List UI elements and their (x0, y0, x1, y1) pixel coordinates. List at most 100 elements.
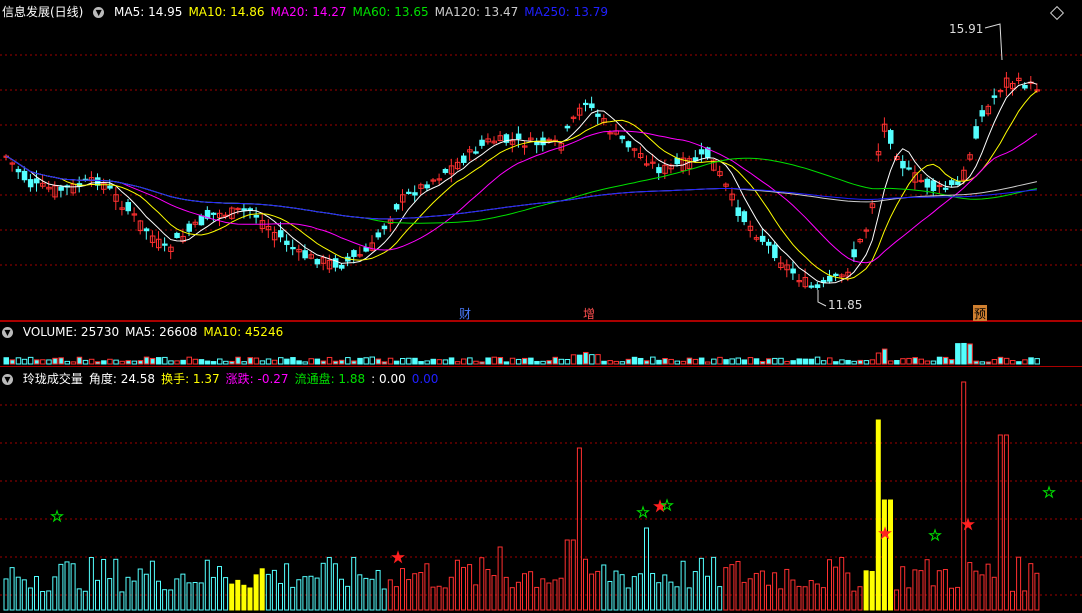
indicator-bar (180, 573, 186, 611)
indicator-bar (644, 527, 649, 611)
indicator-bar (985, 563, 991, 611)
candle (406, 191, 412, 194)
volume-bar (747, 357, 754, 365)
volume-bar (766, 358, 772, 365)
indicator-bar (668, 581, 674, 611)
indicator-bar (540, 578, 546, 611)
volume-bar (58, 357, 64, 365)
dropdown-icon[interactable]: ▼ (2, 327, 13, 338)
indicator-bar (143, 573, 149, 611)
volume-bar (235, 356, 241, 365)
volume-bar (759, 361, 766, 365)
price-header: 信息发展(日线) ▼ MA5: 14.95 MA10: 14.86 MA20: 14… (2, 3, 620, 19)
indicator-bar (442, 587, 448, 611)
indicator-bar (820, 587, 826, 611)
volume-bar (796, 358, 802, 365)
indicator-bar (930, 585, 936, 611)
star-signal-icon: ★ (661, 498, 674, 514)
candle (759, 235, 766, 242)
candle (924, 178, 931, 188)
volume-bar (717, 356, 723, 365)
volume-bar (485, 357, 491, 365)
volume-bar (839, 359, 845, 365)
volume-bar (101, 360, 107, 365)
volume-bar (430, 358, 436, 365)
volume-bar (363, 357, 369, 365)
indicator-bar (58, 563, 64, 611)
indicator-bar (223, 577, 229, 611)
indicator-bar (125, 576, 131, 611)
volume-bar (619, 361, 626, 365)
indicator-bar (674, 586, 680, 611)
volume-bar (436, 359, 443, 365)
candle (564, 125, 571, 129)
dropdown-icon[interactable]: ▼ (93, 7, 105, 18)
volume-bar (820, 360, 827, 365)
volume-bar (156, 357, 162, 365)
indicator-bar (247, 587, 253, 611)
volume-bar (70, 361, 77, 365)
indicator-bar (1016, 556, 1022, 611)
volume-bar (942, 356, 949, 365)
volume-bar (875, 352, 882, 365)
volume-bar (735, 357, 741, 365)
indicator-label: 换手: 1.37 (161, 372, 220, 386)
indicator-bar (784, 568, 790, 611)
indicator-bar (753, 572, 759, 611)
volume-bar (698, 357, 705, 365)
volume-bar (339, 359, 345, 365)
volume-bar (64, 360, 70, 365)
candle (698, 149, 705, 155)
indicator-bar (827, 559, 832, 611)
candle (241, 208, 247, 211)
volume-bar (650, 356, 656, 365)
candle (58, 186, 64, 191)
candle (900, 160, 906, 169)
indicator-bar (576, 447, 582, 611)
volume-bar (705, 361, 711, 365)
indicator-bar (204, 559, 210, 611)
volume-bar (845, 359, 851, 365)
indicator-bar (662, 574, 668, 611)
candle (583, 102, 589, 106)
indicator-bar (192, 582, 198, 611)
candle (814, 284, 821, 288)
volume-bar (137, 360, 144, 365)
volume-bar (479, 361, 485, 365)
volume-panel[interactable]: ▼ VOLUME: 25730 MA5: 26608 MA10: 45246 (0, 321, 1082, 367)
volume-bar (528, 357, 534, 365)
candle (515, 133, 522, 140)
indicator-bar (70, 563, 76, 611)
candlestick-chart[interactable] (0, 0, 1082, 320)
marker-zeng[interactable]: 增 (583, 305, 595, 322)
volume-bar (515, 358, 522, 365)
indicator-bar (461, 566, 466, 611)
indicator-bar (900, 566, 906, 611)
indicator-bar (979, 574, 985, 611)
volume-bar (814, 356, 821, 365)
indicator-bar (88, 557, 94, 611)
volume-bar (851, 360, 857, 365)
marker-yu[interactable]: 预 (973, 305, 988, 322)
volume-bar (918, 358, 924, 365)
indicator-bar (881, 499, 887, 611)
indicator-bar (467, 564, 473, 611)
dropdown-icon[interactable]: ▼ (2, 374, 13, 385)
candle (656, 167, 662, 174)
star-signal-icon: ★ (392, 550, 405, 566)
volume-bar (406, 357, 412, 365)
star-signal-icon: ★ (1043, 485, 1056, 501)
indicator-chart[interactable]: ★★★ ★★★ ★★★ (0, 367, 1082, 613)
indicator-bar (265, 573, 271, 611)
volume-bar (393, 360, 400, 365)
volume-bar (961, 342, 967, 365)
price-panel[interactable]: 信息发展(日线) ▼ MA5: 14.95 MA10: 14.86 MA20: 14… (0, 0, 1082, 322)
marker-cai[interactable]: 财 (459, 305, 471, 322)
volume-bar (967, 343, 973, 365)
volume-bar (668, 358, 674, 365)
candle (107, 185, 113, 189)
candle (186, 223, 192, 232)
indicator-bar (186, 582, 192, 611)
indicator-panel[interactable]: ★ ★ ★ ★ ★ ★ ★ ★ ★ ▼ 玲珑成交量 角度: 24.58 换手: 1.37 涨跌: -0… (0, 366, 1082, 613)
indicator-bar (448, 576, 454, 611)
